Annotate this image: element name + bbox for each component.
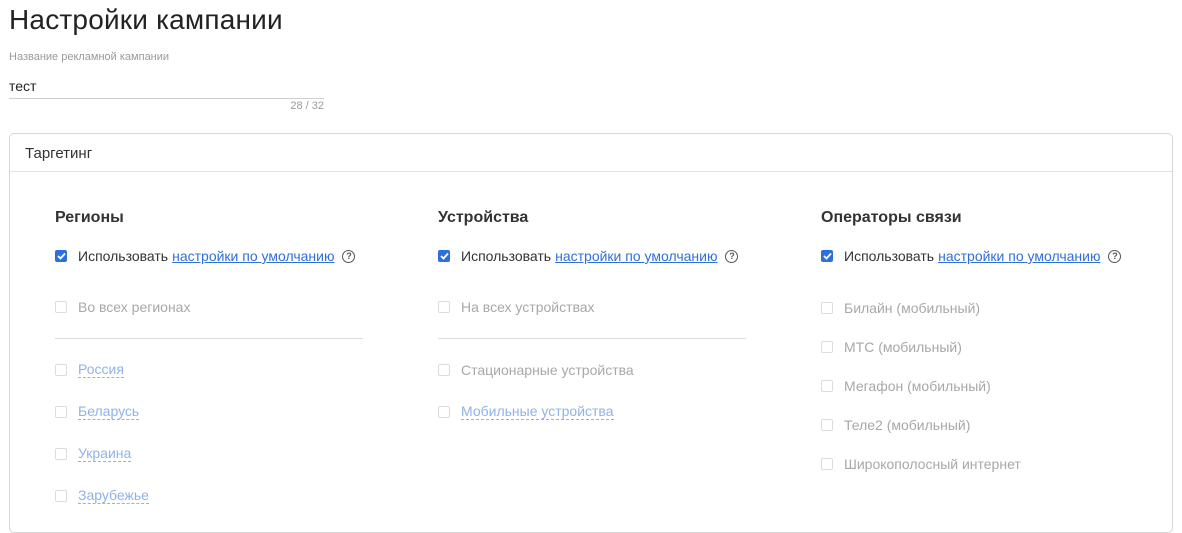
devices-divider bbox=[438, 338, 746, 339]
operator-item: Теле2 (мобильный) bbox=[821, 417, 970, 433]
devices-all-checkbox[interactable] bbox=[438, 301, 450, 313]
region-checkbox[interactable] bbox=[55, 447, 67, 460]
region-item: Беларусь bbox=[55, 403, 140, 420]
operator-checkbox[interactable] bbox=[821, 341, 833, 353]
regions-all-row: Во всех регионах bbox=[55, 299, 190, 315]
region-link[interactable]: Беларусь bbox=[78, 403, 140, 420]
region-link[interactable]: Украина bbox=[78, 445, 132, 462]
operator-label: Широкополосный интернет bbox=[844, 456, 1021, 472]
targeting-header: Таргетинг bbox=[10, 134, 1172, 172]
regions-default-settings-link[interactable]: настройки по умолчанию bbox=[172, 248, 334, 264]
devices-use-default-row: Использовать настройки по умолчанию ? bbox=[438, 248, 739, 264]
device-item: Мобильные устройства bbox=[438, 403, 614, 420]
regions-use-default-row: Использовать настройки по умолчанию ? bbox=[55, 248, 356, 264]
devices-all-row: На всех устройствах bbox=[438, 299, 595, 315]
help-icon[interactable]: ? bbox=[1108, 249, 1122, 263]
operator-checkbox[interactable] bbox=[821, 380, 833, 392]
operator-label: Билайн (мобильный) bbox=[844, 300, 981, 316]
operators-default-settings-link[interactable]: настройки по умолчанию bbox=[938, 248, 1100, 264]
campaign-name-input[interactable] bbox=[9, 74, 324, 99]
region-checkbox[interactable] bbox=[55, 489, 67, 502]
operators-use-label: Использовать bbox=[844, 248, 935, 264]
operator-checkbox[interactable] bbox=[821, 419, 833, 431]
region-link[interactable]: Зарубежье bbox=[78, 487, 149, 504]
operator-label: МТС (мобильный) bbox=[844, 339, 962, 355]
devices-use-label: Использовать bbox=[461, 248, 552, 264]
region-link[interactable]: Россия bbox=[78, 361, 124, 378]
regions-all-label: Во всех регионах bbox=[78, 299, 191, 315]
page-title: Настройки кампании bbox=[9, 4, 283, 35]
operator-item: Широкополосный интернет bbox=[821, 456, 1021, 472]
device-item: Стационарные устройства bbox=[438, 362, 634, 378]
operators-use-default-row: Использовать настройки по умолчанию ? bbox=[821, 248, 1122, 264]
device-checkbox[interactable] bbox=[438, 364, 450, 376]
region-checkbox[interactable] bbox=[55, 405, 67, 418]
operator-label: Теле2 (мобильный) bbox=[844, 417, 971, 433]
campaign-name-label: Название рекламной кампании bbox=[9, 51, 170, 63]
device-link[interactable]: Мобильные устройства bbox=[461, 403, 614, 420]
region-item: Украина bbox=[55, 445, 132, 462]
operator-item: Мегафон (мобильный) bbox=[821, 378, 991, 394]
region-checkbox[interactable] bbox=[55, 363, 67, 376]
help-icon[interactable]: ? bbox=[342, 249, 356, 263]
operator-item: МТС (мобильный) bbox=[821, 339, 962, 355]
operator-label: Мегафон (мобильный) bbox=[844, 378, 991, 394]
operator-checkbox[interactable] bbox=[821, 458, 833, 470]
regions-divider bbox=[55, 338, 363, 339]
targeting-title: Таргетинг bbox=[25, 145, 93, 162]
targeting-panel: Таргетинг Регионы Использовать настройки… bbox=[9, 133, 1173, 533]
regions-title: Регионы bbox=[55, 209, 124, 226]
char-counter: 28 / 32 bbox=[290, 100, 324, 112]
devices-all-label: На всех устройствах bbox=[461, 299, 595, 315]
devices-title: Устройства bbox=[438, 209, 529, 226]
devices-use-default-checkbox[interactable] bbox=[438, 250, 450, 262]
regions-all-checkbox[interactable] bbox=[55, 301, 67, 313]
operator-checkbox[interactable] bbox=[821, 302, 833, 314]
operators-use-default-checkbox[interactable] bbox=[821, 250, 833, 262]
operator-item: Билайн (мобильный) bbox=[821, 300, 980, 316]
help-icon[interactable]: ? bbox=[725, 249, 739, 263]
operators-title: Операторы связи bbox=[821, 209, 962, 226]
devices-default-settings-link[interactable]: настройки по умолчанию bbox=[555, 248, 717, 264]
device-checkbox[interactable] bbox=[438, 405, 450, 418]
regions-use-default-checkbox[interactable] bbox=[55, 250, 67, 262]
region-item: Россия bbox=[55, 361, 124, 378]
device-label: Стационарные устройства bbox=[461, 362, 634, 378]
regions-use-label: Использовать bbox=[78, 248, 169, 264]
region-item: Зарубежье bbox=[55, 487, 149, 504]
